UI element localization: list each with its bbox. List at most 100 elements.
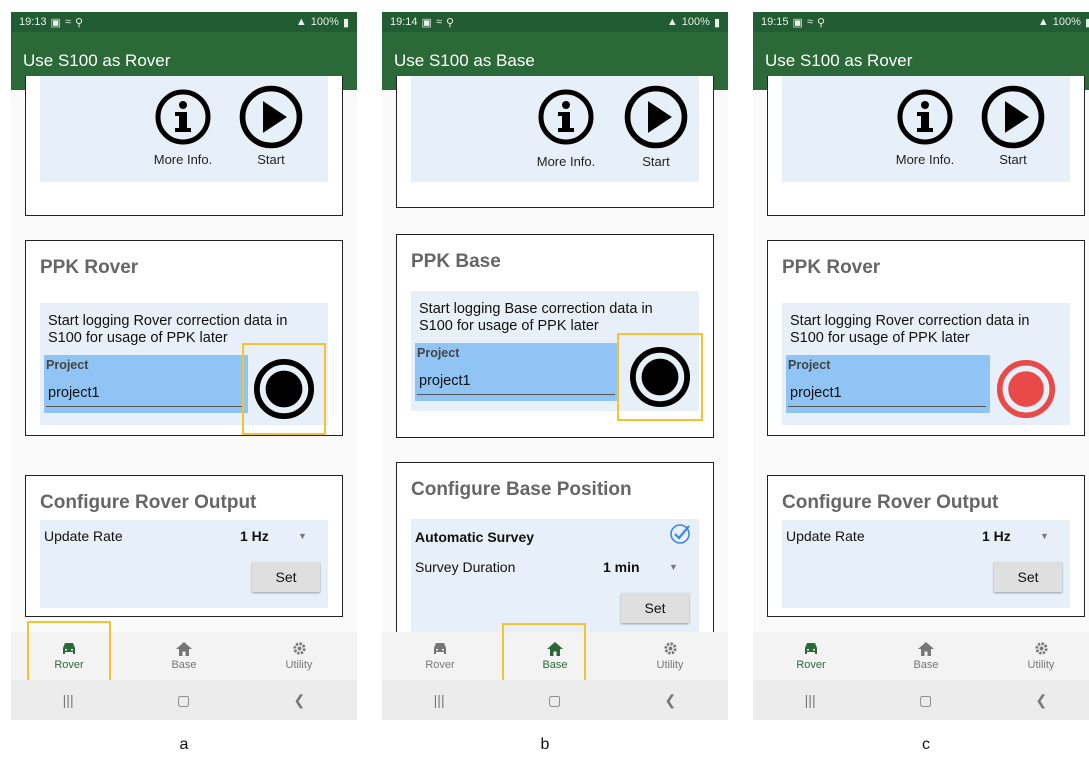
nav-base-label: Base [171, 658, 197, 671]
record-button-highlight[interactable] [617, 333, 703, 421]
recent-apps-icon[interactable]: ||| [63, 692, 74, 708]
ppk-description: Start logging Rover correction data in S… [790, 313, 1030, 346]
nav-rover-label: Rover [796, 658, 826, 671]
play-icon[interactable] [238, 84, 304, 150]
nav-base-label: Base [913, 658, 939, 671]
battery-level: 100% [1052, 16, 1081, 28]
info-icon[interactable] [896, 88, 954, 146]
config-title: Configure Rover Output [40, 492, 257, 513]
back-icon[interactable]: ❮ [665, 692, 677, 709]
update-rate-select[interactable]: 1 Hz [240, 528, 269, 544]
update-rate-select[interactable]: 1 Hz [982, 528, 1011, 544]
update-rate-label: Update Rate [44, 528, 123, 544]
rover-tab-highlight [27, 621, 111, 685]
check-circle-icon[interactable] [669, 523, 691, 545]
dropdown-caret-icon[interactable]: ▼ [1040, 531, 1049, 541]
battery-icon: ▮ [713, 16, 720, 29]
dropdown-caret-icon[interactable]: ▼ [298, 531, 307, 541]
nav-rover[interactable]: Rover [771, 632, 851, 680]
start-card: More Info. Start [25, 76, 343, 216]
caption-c: c [922, 736, 930, 753]
dropdown-caret-icon[interactable]: ▼ [669, 562, 678, 572]
bottom-nav: Rover Base Utility [753, 632, 1089, 680]
info-icon[interactable] [537, 88, 595, 146]
back-icon[interactable]: ❮ [1036, 692, 1048, 709]
nav-rover-label: Rover [425, 658, 455, 671]
home-button-icon[interactable]: ▢ [919, 692, 932, 709]
record-icon-active[interactable] [996, 359, 1056, 419]
gallery-icon: ▣ [50, 16, 61, 29]
config-card: Configure Rover Output Update Rate 1 Hz … [767, 475, 1085, 617]
more-info-label: More Info. [153, 152, 213, 167]
project-input[interactable]: project1 [48, 385, 100, 401]
back-icon[interactable]: ❮ [294, 692, 306, 709]
set-button[interactable]: Set [252, 562, 320, 592]
ppk-card: PPK Base Start logging Base correction d… [396, 234, 714, 438]
set-button[interactable]: Set [621, 593, 689, 623]
start-label: Start [999, 152, 1027, 167]
record-button[interactable] [992, 355, 1062, 425]
survey-duration-select[interactable]: 1 min [603, 559, 640, 575]
project-label: Project [417, 346, 460, 360]
start-label: Start [257, 152, 285, 167]
home-icon [176, 641, 192, 656]
car-icon [434, 642, 446, 654]
info-icon[interactable] [154, 88, 212, 146]
start-card: More Info. Start [767, 76, 1085, 216]
project-field[interactable]: Project project1 [44, 355, 248, 413]
record-button-highlight[interactable] [242, 343, 326, 435]
play-icon[interactable] [980, 84, 1046, 150]
caption-b: b [540, 736, 550, 753]
location-icon: ⚲ [74, 16, 84, 29]
nav-utility[interactable]: Utility [259, 632, 339, 680]
project-input[interactable]: project1 [790, 385, 842, 401]
home-button-icon[interactable]: ▢ [548, 692, 561, 709]
car-icon [805, 642, 817, 654]
battery-icon: ▮ [342, 16, 349, 29]
ppk-panel: Start logging Rover correction data in S… [40, 303, 328, 435]
config-title: Configure Rover Output [782, 492, 999, 513]
base-tab-highlight [502, 623, 586, 687]
project-field[interactable]: Project project1 [786, 355, 990, 413]
survey-duration-label: Survey Duration [415, 559, 516, 575]
signal-icon: ▲ [666, 16, 678, 28]
status-time: 19:15 [761, 16, 789, 28]
wifi-icon: ≈ [435, 16, 442, 28]
input-underline [46, 406, 244, 407]
project-field[interactable]: Project project1 [415, 343, 619, 401]
set-button[interactable]: Set [994, 562, 1062, 592]
phone-screen-a: 19:13 ▣ ≈ ⚲ ▲ 100% ▮ Use S100 as Rover M… [11, 12, 357, 720]
start-panel: More Info. Start [411, 76, 699, 182]
signal-icon: ▲ [1037, 16, 1049, 28]
wifi-icon: ≈ [64, 16, 71, 28]
status-time: 19:13 [19, 16, 47, 28]
system-nav-bar: ||| ▢ ❮ [382, 680, 728, 720]
gear-icon [663, 642, 677, 655]
app-title: Use S100 as Rover [765, 51, 913, 70]
nav-utility-label: Utility [656, 659, 684, 671]
gear-icon [292, 642, 306, 655]
config-title: Configure Base Position [411, 479, 632, 500]
recent-apps-icon[interactable]: ||| [434, 692, 445, 708]
nav-base[interactable]: Base [144, 632, 224, 680]
record-icon[interactable] [629, 346, 691, 408]
nav-utility[interactable]: Utility [630, 632, 710, 680]
nav-utility[interactable]: Utility [1001, 632, 1081, 680]
config-panel: Update Rate 1 Hz ▼ Set [782, 520, 1070, 608]
play-icon[interactable] [623, 84, 689, 150]
project-label: Project [788, 358, 831, 372]
home-button-icon[interactable]: ▢ [177, 692, 190, 709]
start-label: Start [642, 154, 670, 169]
nav-rover[interactable]: Rover [400, 632, 480, 680]
ppk-card: PPK Rover Start logging Rover correction… [767, 240, 1085, 436]
battery-level: 100% [681, 16, 710, 28]
signal-icon: ▲ [295, 16, 307, 28]
section-label: Automatic Survey [415, 529, 535, 545]
record-icon[interactable] [253, 358, 315, 420]
recent-apps-icon[interactable]: ||| [805, 692, 816, 708]
config-card: Configure Rover Output Update Rate 1 Hz … [25, 475, 343, 617]
ppk-title: PPK Base [411, 251, 501, 272]
nav-base[interactable]: Base [886, 632, 966, 680]
status-time: 19:14 [390, 16, 418, 28]
project-input[interactable]: project1 [419, 373, 471, 389]
